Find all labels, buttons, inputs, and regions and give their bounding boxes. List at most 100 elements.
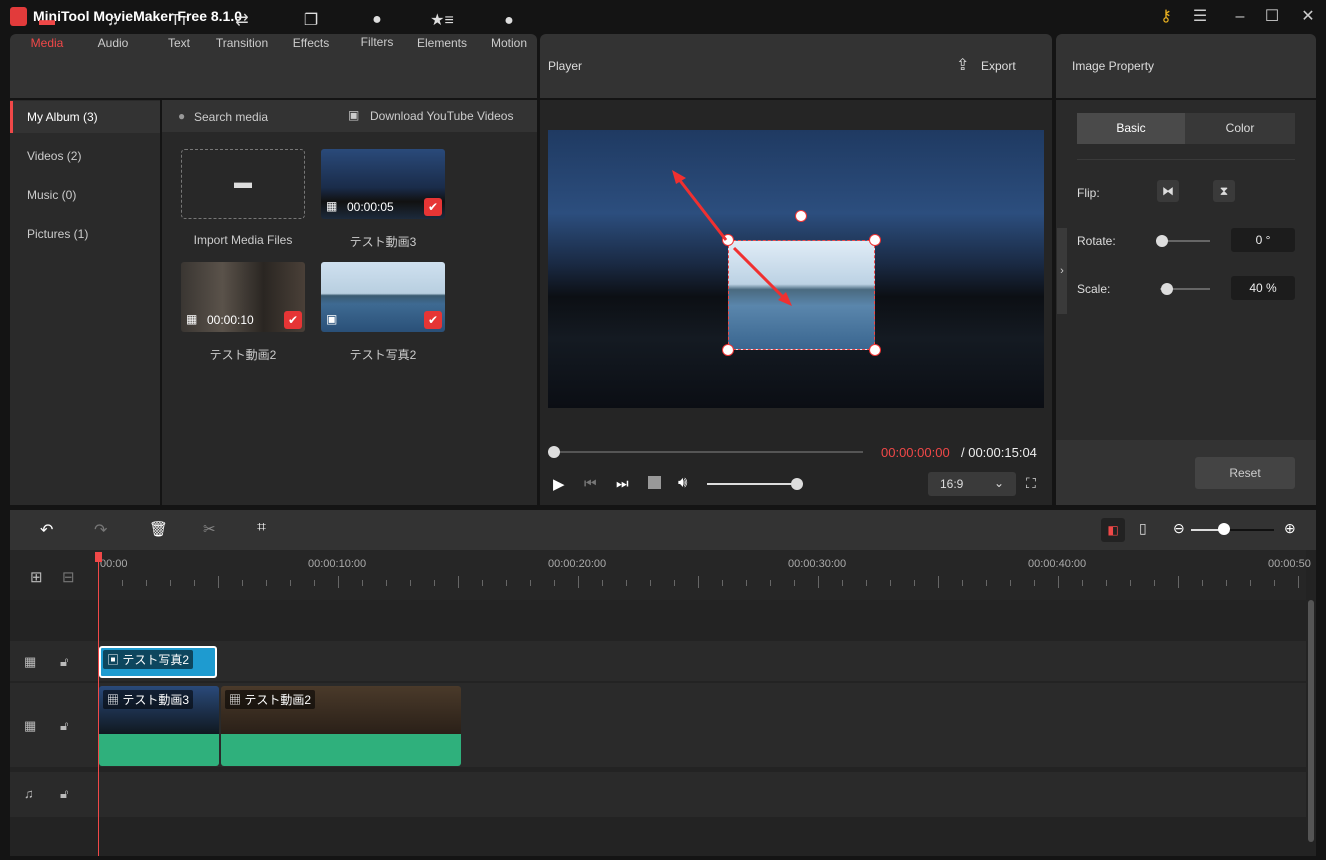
volume-icon[interactable]: 🔊︎ [678,474,687,491]
progress-knob[interactable] [548,446,560,458]
tab-media[interactable]: ▬ Media [14,10,80,50]
ruler-tick [362,580,363,586]
overlay-image-clip[interactable]: ▣ テスト写真2 [99,646,217,678]
ruler-tick [506,580,507,586]
tab-elements[interactable]: ★≡ Elements [409,10,475,50]
sidebar-item-music[interactable]: Music (0) [10,179,160,211]
ruler-tick [218,576,219,588]
tab-effects[interactable]: ❐ Effects [278,10,344,50]
crop-icon[interactable]: ⌗ [257,519,266,537]
scale-value-input[interactable]: 40 % [1231,276,1295,300]
redo-icon[interactable]: ↷ [94,520,107,540]
player-body: 00:00:00:00 / 00:00:15:04 ▶ ⏮ ⏭ 🔊︎ 16:9 … [540,100,1052,505]
playback-progress[interactable] [552,451,863,453]
ruler-label: 00:00:30:00 [788,558,847,570]
ruler-label: 00:00:50 [1268,558,1311,570]
fullscreen-icon[interactable]: ⛶ [1026,475,1036,492]
ruler-tick [962,580,963,586]
ruler-tick [1154,580,1155,586]
snap-icon[interactable]: ◧ [1101,518,1125,542]
sidebar-item-my-album[interactable]: My Album (3) [10,101,160,133]
stop-icon[interactable] [648,476,661,489]
film-icon: ▦ [24,718,37,733]
ruler-tick [1178,576,1179,588]
vertical-scrollbar[interactable] [1308,600,1314,842]
close-icon[interactable]: ✕ [1297,6,1319,28]
rotate-knob[interactable] [1156,235,1168,247]
ruler-tick [1082,580,1083,586]
import-media-button[interactable]: ▬ [181,149,305,219]
ruler-tick [650,580,651,586]
ruler-tick [314,580,315,586]
collapse-panel-button[interactable]: › [1057,228,1067,314]
scale-knob[interactable] [1161,283,1173,295]
video-clip-3[interactable]: ▦ テスト動画3 [99,686,219,766]
export-button[interactable]: Export [981,59,1016,73]
zoom-in-icon[interactable]: ⊕ [1284,520,1296,537]
aspect-ratio-select[interactable]: 16:9 ⌄ [928,472,1016,496]
media-item-label: テスト動画2 [209,348,277,362]
tab-filters[interactable]: ● Filters [344,9,410,49]
ruler-tick [242,580,243,586]
flip-vertical-icon[interactable]: ⧗ [1213,180,1235,202]
timeline-zoom-knob[interactable] [1218,523,1231,535]
playhead[interactable] [98,552,99,856]
clip-name: テスト動画2 [244,693,312,707]
fit-timeline-icon[interactable]: ▯ [1139,520,1147,537]
video-preview[interactable] [548,130,1044,408]
ruler-tick [122,580,123,586]
zoom-out-icon[interactable]: ⊖ [1173,520,1185,537]
undo-icon[interactable]: ↶ [40,520,53,540]
tab-text[interactable]: Tт Text [146,10,212,50]
delete-icon[interactable]: 🗑︎ [149,520,168,538]
maximize-icon[interactable]: ☐ [1261,6,1283,28]
film-icon: ▦ [24,654,37,669]
video-clip-2[interactable]: ▦ テスト動画2 [221,686,461,766]
next-frame-icon[interactable]: ⏭ [616,475,629,492]
play-icon[interactable]: ▶ [553,475,565,493]
reset-button[interactable]: Reset [1195,457,1295,489]
lock-icon[interactable]: 🔓︎ [60,718,68,734]
audio-track [10,772,1306,817]
ruler-tick [770,580,771,586]
ruler-tick [866,580,867,586]
tab-basic[interactable]: Basic [1077,113,1185,144]
menu-icon[interactable]: ☰ [1189,6,1211,28]
ruler-tick [194,580,195,586]
media-item-video3[interactable]: ▦ 00:00:05 ✔ [321,149,445,219]
timeline: 00:00 00:00:10:00 00:00:20:00 00:00:30:0… [10,550,1316,856]
ruler-tick [386,580,387,586]
volume-knob[interactable] [791,478,803,490]
playhead-handle[interactable] [95,552,102,562]
sidebar-item-videos[interactable]: Videos (2) [10,140,160,172]
tab-transition[interactable]: ⇄ Transition [209,10,275,50]
download-youtube-button[interactable]: Download YouTube Videos [370,109,513,123]
sidebar-item-pictures[interactable]: Pictures (1) [10,218,160,250]
lock-icon[interactable]: 🔓︎ [60,786,68,802]
previous-frame-icon[interactable]: ⏮ [584,475,597,492]
split-icon[interactable]: ✂ [203,520,216,538]
time-ruler: 00:00 00:00:10:00 00:00:20:00 00:00:30:0… [10,550,1311,600]
media-item-label: テスト写真2 [349,348,417,362]
search-media-input[interactable]: Search media [194,110,268,124]
album-sidebar: My Album (3) Videos (2) Music (0) Pictur… [10,100,160,505]
tab-motion[interactable]: ● Motion [476,10,542,50]
remove-track-icon[interactable]: ⊟ [62,568,75,586]
minimize-icon[interactable]: – [1229,6,1251,28]
flip-horizontal-icon[interactable]: ⧓ [1157,180,1179,202]
volume-slider[interactable] [707,483,801,485]
tab-color[interactable]: Color [1185,113,1295,144]
lock-icon[interactable]: 🔓︎ [60,654,68,670]
duration-label: 00:00:10 [207,313,254,327]
key-icon[interactable]: ⚷ [1155,6,1177,28]
rotate-value-input[interactable]: 0 ° [1231,228,1295,252]
add-track-icon[interactable]: ⊞ [30,568,43,586]
media-item-image2[interactable]: ▣ ✔ [321,262,445,332]
ruler-tick [602,580,603,586]
ruler-tick [626,580,627,586]
media-item-video2[interactable]: ▦ 00:00:10 ✔ [181,262,305,332]
ruler-tick [1106,580,1107,586]
media-toolbar: ● Search media ▣ Download YouTube Videos [162,100,537,132]
tab-audio[interactable]: ♫ Audio [80,10,146,50]
ruler-tick [818,576,819,588]
